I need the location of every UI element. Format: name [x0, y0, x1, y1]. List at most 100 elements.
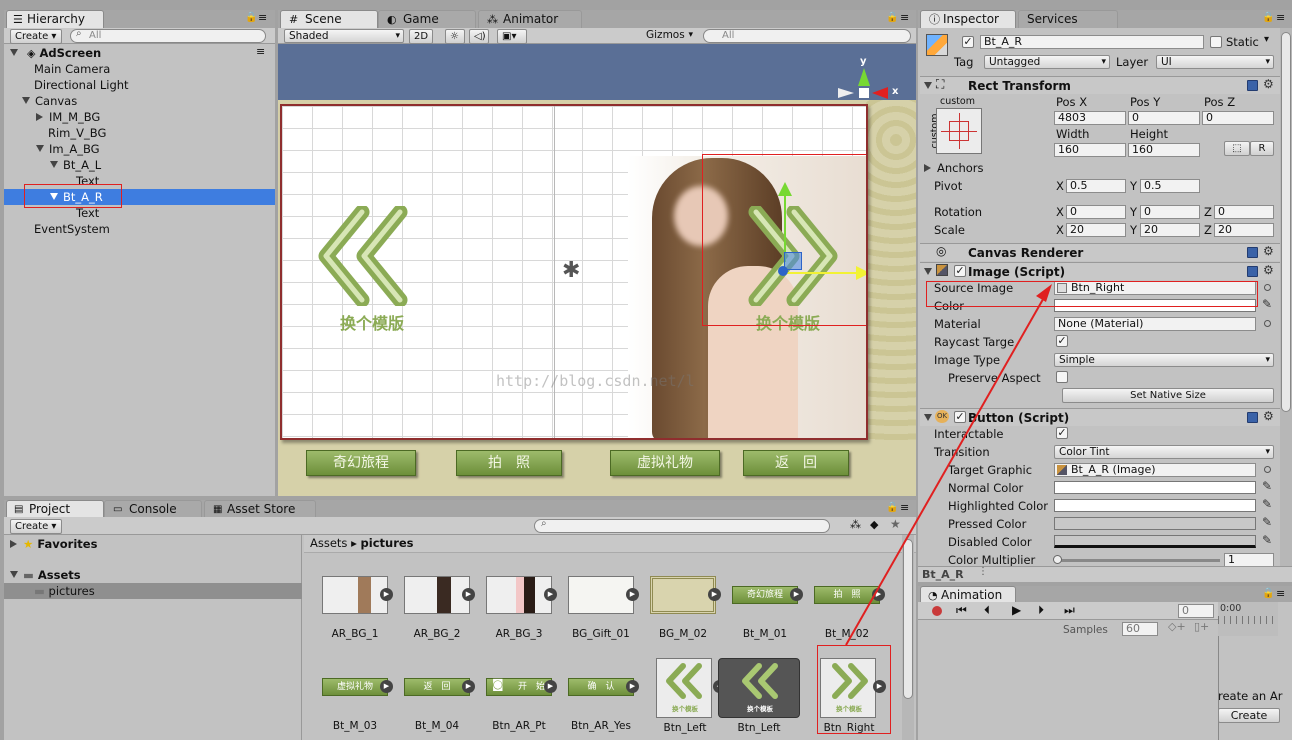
- play-icon[interactable]: ▶: [1012, 603, 1021, 617]
- gear-icon[interactable]: ⚙: [1263, 263, 1274, 277]
- rect-transform-fold-icon[interactable]: [924, 82, 932, 89]
- rot-x-field[interactable]: 0: [1066, 205, 1126, 219]
- orientation-x-cone[interactable]: [872, 87, 888, 99]
- eyedropper-icon[interactable]: ✎: [1262, 479, 1272, 493]
- anchors-fold-icon[interactable]: [924, 164, 931, 172]
- scene-viewport[interactable]: 换个模版 ✱ 换个模版 http://blog.csdn.net/l y x 奇…: [278, 44, 916, 496]
- project-create-button[interactable]: Create ▾: [10, 519, 62, 534]
- asset-bg-gift-01[interactable]: ▶ BG_Gift_01: [568, 576, 648, 666]
- expand-triangle-icon[interactable]: [22, 97, 30, 104]
- asset-btn-left-2[interactable]: 换个模板 Btn_Left: [716, 658, 800, 740]
- image-type-dropdown[interactable]: Simple: [1054, 353, 1274, 367]
- record-icon[interactable]: [932, 606, 942, 616]
- gear-icon[interactable]: ⚙: [1263, 244, 1274, 258]
- hierarchy-item-canvas[interactable]: Canvas: [4, 93, 275, 109]
- help-book-icon[interactable]: [1247, 80, 1258, 91]
- hierarchy-item-bt-a-l[interactable]: Bt_A_L: [4, 157, 275, 173]
- inspector-scrollbar-thumb[interactable]: [1281, 32, 1291, 412]
- menu-icon[interactable]: ≡: [900, 11, 909, 24]
- tab-project[interactable]: ▤ Project: [6, 500, 104, 518]
- image-fold-icon[interactable]: [924, 268, 932, 275]
- orientation-gizmo[interactable]: y x: [834, 56, 904, 106]
- asset-bt-m-01[interactable]: 奇幻旅程 ▶ Bt_M_01: [732, 576, 812, 666]
- normal-color-swatch[interactable]: [1054, 481, 1256, 494]
- add-event-icon[interactable]: ▯+: [1194, 620, 1209, 633]
- hierarchy-item-main-camera[interactable]: Main Camera: [4, 61, 275, 77]
- menu-icon[interactable]: ≡: [1276, 11, 1285, 24]
- asset-ar-bg-3[interactable]: ▶ AR_BG_3: [486, 576, 566, 666]
- expand-sprite-icon[interactable]: ▶: [544, 588, 557, 601]
- help-book-icon[interactable]: [1247, 412, 1258, 423]
- anchor-preset-button[interactable]: [936, 108, 982, 154]
- scene-search-input[interactable]: All: [703, 29, 911, 43]
- eyedropper-icon[interactable]: ✎: [1262, 515, 1272, 529]
- expand-sprite-icon[interactable]: ▶: [380, 680, 393, 693]
- gear-icon[interactable]: ⚙: [1263, 77, 1274, 91]
- asset-btn-ar-pt[interactable]: 开 始 ◙ ▶ Btn_AR_Pt: [486, 668, 566, 740]
- tab-console[interactable]: ▭ Console: [104, 500, 202, 518]
- raw-edit-button[interactable]: R: [1250, 141, 1274, 156]
- last-keyframe-icon[interactable]: ⏭: [1064, 603, 1075, 618]
- sidebar-item-favorites[interactable]: ★ Favorites: [4, 536, 302, 552]
- move-gizmo-y-arrow-icon[interactable]: [778, 182, 792, 196]
- interactable-checkbox[interactable]: ✓: [1056, 427, 1068, 439]
- tag-dropdown[interactable]: Untagged: [984, 55, 1110, 69]
- project-scrollbar-thumb[interactable]: [903, 539, 913, 699]
- blueprint-mode-button[interactable]: ⬚: [1224, 141, 1250, 156]
- prev-keyframe-icon[interactable]: ⏴: [984, 603, 990, 618]
- hierarchy-item-rim-v-bg[interactable]: Rim_V_BG: [4, 125, 275, 141]
- scale-z-field[interactable]: 20: [1214, 223, 1274, 237]
- next-keyframe-icon[interactable]: ⏵: [1038, 603, 1044, 618]
- rot-z-field[interactable]: 0: [1214, 205, 1274, 219]
- frame-field[interactable]: 0: [1178, 604, 1214, 618]
- tab-scene[interactable]: # Scene: [280, 10, 378, 28]
- button-enabled-checkbox[interactable]: ✓: [954, 411, 966, 423]
- expand-triangle-icon[interactable]: [50, 161, 58, 168]
- breadcrumb-current[interactable]: pictures: [361, 536, 414, 550]
- scale-x-field[interactable]: 20: [1066, 223, 1126, 237]
- help-book-icon[interactable]: [1247, 247, 1258, 258]
- color-multiplier-field[interactable]: 1: [1224, 553, 1274, 567]
- shading-mode-dropdown[interactable]: Shaded: [284, 29, 404, 43]
- tab-inspector[interactable]: ⓘ Inspector: [920, 10, 1016, 28]
- asset-bt-m-03[interactable]: 虚拟礼物 ▶ Bt_M_03: [322, 668, 402, 740]
- expand-sprite-icon[interactable]: ▶: [626, 680, 639, 693]
- move-gizmo-x-axis[interactable]: [786, 272, 862, 274]
- color-multiplier-slider-thumb[interactable]: [1053, 555, 1062, 564]
- samples-field[interactable]: 60: [1122, 622, 1158, 636]
- collapse-triangle-icon[interactable]: [10, 49, 18, 56]
- lock-icon[interactable]: 🔒: [886, 12, 898, 23]
- menu-icon[interactable]: ≡: [258, 11, 267, 24]
- scene-menu-icon[interactable]: ≡: [256, 45, 265, 58]
- tab-animator[interactable]: ⁂ Animator: [478, 10, 582, 28]
- hierarchy-item-event-system[interactable]: EventSystem: [4, 221, 275, 237]
- hierarchy-item-text-2[interactable]: Text: [4, 205, 275, 221]
- menu-icon[interactable]: ≡: [1276, 587, 1285, 600]
- expand-sprite-icon[interactable]: ▶: [462, 588, 475, 601]
- tab-services[interactable]: Services: [1018, 10, 1118, 28]
- eyedropper-icon[interactable]: ✎: [1262, 533, 1272, 547]
- create-clip-button[interactable]: Create: [1218, 708, 1280, 723]
- menu-icon[interactable]: ≡: [900, 501, 909, 514]
- add-keyframe-icon[interactable]: ◇+: [1168, 620, 1186, 633]
- project-scrollbar[interactable]: [902, 535, 914, 740]
- preserve-aspect-checkbox[interactable]: [1056, 371, 1068, 383]
- expand-triangle-icon[interactable]: [10, 571, 18, 578]
- collapsed-triangle-icon[interactable]: [10, 540, 17, 548]
- eyedropper-icon[interactable]: ✎: [1262, 497, 1272, 511]
- 2d-toggle-button[interactable]: 2D: [409, 29, 433, 44]
- object-picker-icon[interactable]: [1264, 466, 1271, 473]
- material-field[interactable]: None (Material): [1054, 317, 1256, 331]
- breadcrumb-root[interactable]: Assets: [310, 536, 347, 550]
- height-field[interactable]: 160: [1128, 143, 1200, 157]
- object-picker-icon[interactable]: [1264, 284, 1271, 291]
- move-gizmo-x-arrow-icon[interactable]: [856, 266, 866, 280]
- project-search-input[interactable]: [534, 519, 830, 533]
- hierarchy-item-im-m-bg[interactable]: IM_M_BG: [4, 109, 275, 125]
- asset-bg-m-02[interactable]: ▶ BG_M_02: [650, 576, 730, 666]
- lighting-toggle-icon[interactable]: ☼: [445, 29, 465, 44]
- pos-x-field[interactable]: 4803: [1054, 111, 1126, 125]
- filter-by-label-icon[interactable]: ◆: [870, 518, 878, 531]
- tab-hierarchy[interactable]: ☰ Hierarchy: [6, 10, 104, 28]
- static-dropdown-icon[interactable]: ▾: [1264, 34, 1269, 45]
